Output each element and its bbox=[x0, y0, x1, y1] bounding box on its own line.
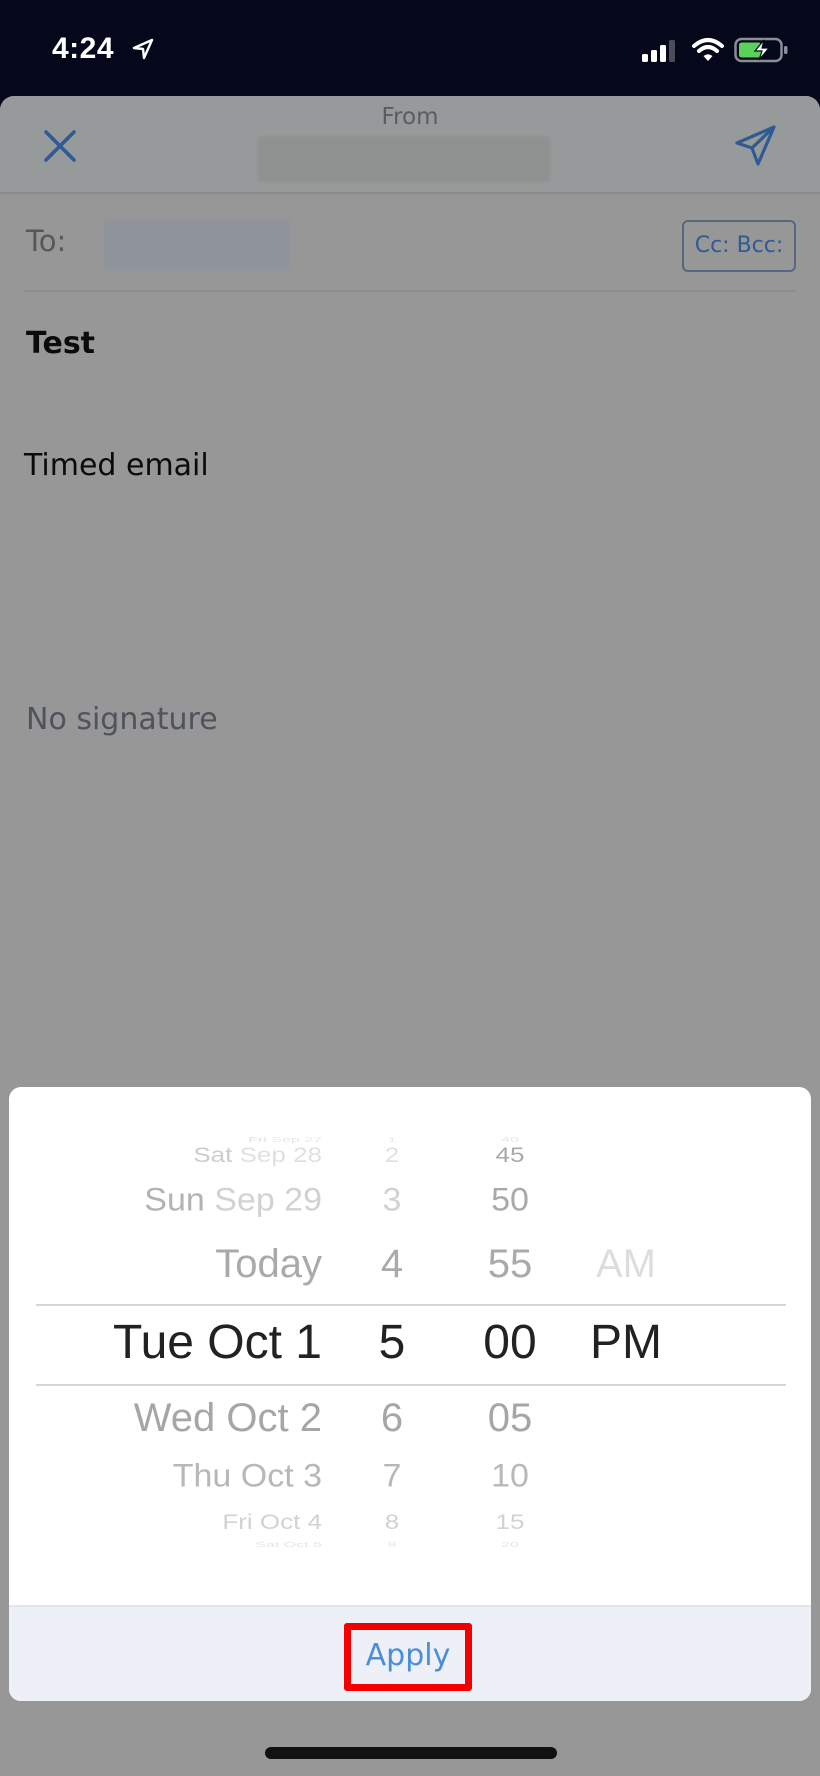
picker-date[interactable]: Thu Oct 3 bbox=[173, 1458, 322, 1495]
close-icon[interactable] bbox=[40, 126, 80, 166]
picker-ampm[interactable]: PM bbox=[581, 1315, 671, 1370]
picker-date[interactable]: Sat Oct 5 bbox=[255, 1541, 322, 1549]
picker-minute[interactable]: 05 bbox=[475, 1396, 545, 1441]
compose-header: From bbox=[0, 96, 820, 194]
picker-date[interactable]: Sun Sep 29 bbox=[144, 1182, 322, 1219]
picker-ampm[interactable]: AM bbox=[581, 1242, 671, 1287]
apply-button[interactable]: Apply bbox=[344, 1623, 472, 1691]
picker-row[interactable]: Sat Sep 28 2 45 bbox=[9, 1143, 811, 1172]
picker-date-weekday: Sun bbox=[144, 1182, 205, 1219]
to-label: To: bbox=[26, 224, 67, 258]
picker-date-day: Sep 29 bbox=[214, 1182, 322, 1219]
picker-row[interactable]: Sun Sep 29 3 50 bbox=[9, 1182, 811, 1224]
picker-row-selected[interactable]: Tue Oct 1 5 00 PM bbox=[9, 1315, 811, 1373]
picker-minute[interactable]: 10 bbox=[475, 1458, 545, 1495]
picker-date[interactable]: Tue Oct 1 bbox=[113, 1315, 322, 1370]
signature-text: No signature bbox=[26, 702, 218, 737]
picker-minute[interactable]: 20 bbox=[475, 1541, 545, 1549]
picker-minute[interactable]: 00 bbox=[475, 1315, 545, 1370]
picker-minute[interactable]: 45 bbox=[475, 1143, 545, 1168]
from-label: From bbox=[381, 104, 439, 130]
picker-date[interactable]: Wed Oct 2 bbox=[134, 1396, 322, 1441]
to-row: To: Cc: Bcc: bbox=[24, 194, 796, 292]
picker-hour[interactable]: 6 bbox=[377, 1396, 407, 1441]
picker-hour[interactable]: 8 bbox=[377, 1510, 407, 1535]
picker-footer: Apply bbox=[9, 1605, 811, 1701]
picker-row[interactable]: Fri Oct 4 8 15 bbox=[9, 1510, 811, 1539]
selection-divider-bottom bbox=[36, 1384, 786, 1386]
picker-row[interactable]: Wed Oct 2 6 05 bbox=[9, 1396, 811, 1446]
picker-hour[interactable]: 4 bbox=[377, 1242, 407, 1287]
picker-date[interactable]: Today bbox=[215, 1242, 322, 1287]
subject-field[interactable]: Test bbox=[26, 326, 95, 361]
cc-bcc-button[interactable]: Cc: Bcc: bbox=[682, 220, 796, 272]
picker-minute[interactable]: 55 bbox=[475, 1242, 545, 1287]
status-time: 4:24 bbox=[52, 32, 115, 65]
picker-hour[interactable]: 3 bbox=[377, 1182, 407, 1219]
schedule-picker-card: Fri Sep 27 1 40 Sat Sep 28 2 45 Sun Sep 29 3 50 T… bbox=[9, 1087, 811, 1701]
picker-date[interactable]: Sat Sep 28 bbox=[193, 1143, 322, 1168]
picker-date[interactable]: Fri Oct 4 bbox=[222, 1510, 322, 1535]
date-time-picker[interactable]: Fri Sep 27 1 40 Sat Sep 28 2 45 Sun Sep 29 3 50 T… bbox=[9, 1087, 811, 1605]
picker-row[interactable]: Sat Oct 5 9 20 bbox=[9, 1541, 811, 1553]
to-recipient-field[interactable] bbox=[104, 220, 290, 270]
status-bar: 4:24 bbox=[0, 0, 820, 96]
picker-hour[interactable]: 7 bbox=[377, 1458, 407, 1495]
picker-row[interactable]: Thu Oct 3 7 10 bbox=[9, 1458, 811, 1500]
cellular-signal-icon bbox=[642, 40, 675, 62]
picker-date-day: Sep 28 bbox=[239, 1142, 322, 1167]
picker-minute[interactable]: 50 bbox=[475, 1182, 545, 1219]
battery-charging-icon bbox=[734, 37, 788, 63]
body-field[interactable]: Timed email bbox=[24, 448, 209, 483]
picker-hour[interactable]: 9 bbox=[377, 1541, 407, 1549]
picker-row[interactable]: Today 4 55 AM bbox=[9, 1242, 811, 1292]
home-indicator[interactable] bbox=[265, 1747, 557, 1759]
location-arrow-icon bbox=[132, 38, 154, 60]
send-icon[interactable] bbox=[732, 122, 780, 170]
selection-divider-top bbox=[36, 1304, 786, 1306]
picker-date-weekday: Sat bbox=[193, 1142, 233, 1167]
wifi-icon bbox=[692, 38, 724, 61]
picker-minute[interactable]: 15 bbox=[475, 1510, 545, 1535]
from-account-selector[interactable] bbox=[258, 136, 550, 182]
picker-hour[interactable]: 2 bbox=[377, 1143, 407, 1168]
picker-hour[interactable]: 5 bbox=[377, 1315, 407, 1370]
